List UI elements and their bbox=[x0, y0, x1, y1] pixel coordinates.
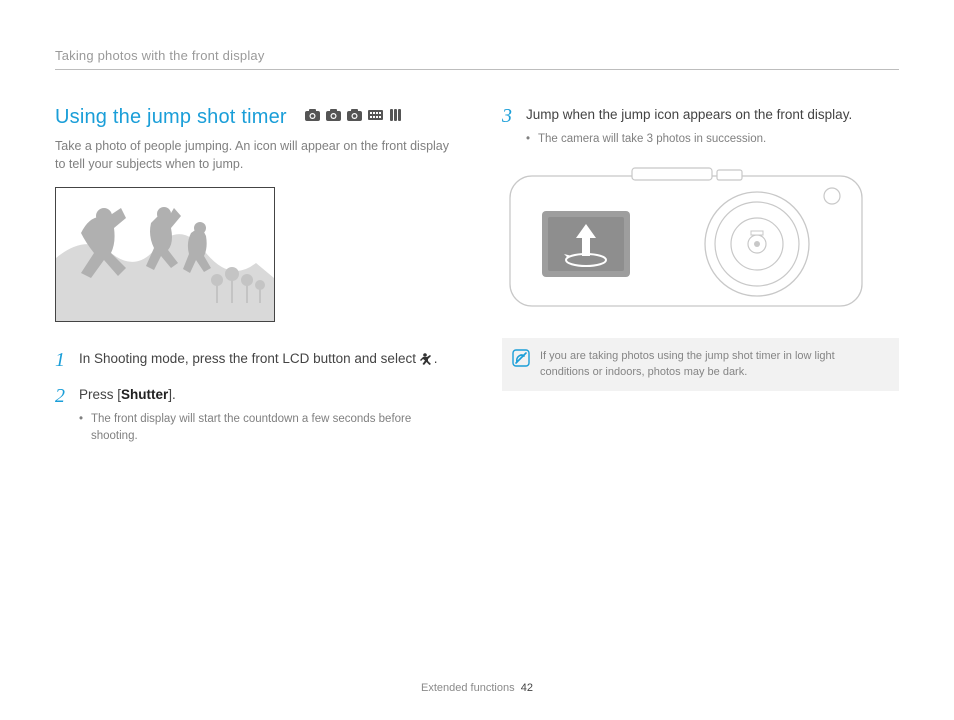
page-number: 42 bbox=[521, 682, 533, 694]
breadcrumb: Taking photos with the front display bbox=[55, 48, 899, 63]
steps-list-left: 1 In Shooting mode, press the front LCD … bbox=[55, 350, 452, 444]
camera-diagram bbox=[502, 166, 872, 316]
step-text-fragment: Press [ bbox=[79, 387, 121, 402]
step-number: 1 bbox=[55, 350, 69, 370]
content-columns: Using the jump shot timer Take a photo o… bbox=[55, 106, 899, 460]
step-number: 3 bbox=[502, 106, 516, 148]
footer-section: Extended functions bbox=[421, 682, 515, 694]
left-column: Using the jump shot timer Take a photo o… bbox=[55, 106, 452, 460]
step-2-text: Press [Shutter]. bbox=[79, 386, 452, 405]
camera-smart-icon bbox=[347, 109, 362, 121]
step-1-text: In Shooting mode, press the front LCD bu… bbox=[79, 350, 452, 369]
jump-person-icon bbox=[420, 353, 434, 365]
step-3-text: Jump when the jump icon appears on the f… bbox=[526, 106, 899, 125]
camera-p-icon bbox=[326, 109, 341, 121]
header-divider bbox=[55, 69, 899, 70]
page-footer: Extended functions 42 bbox=[0, 682, 954, 694]
step-3: 3 Jump when the jump icon appears on the… bbox=[502, 106, 899, 148]
step-number: 2 bbox=[55, 386, 69, 444]
jump-illustration bbox=[55, 187, 275, 322]
step-2-bullet: The front display will start the countdo… bbox=[79, 411, 452, 444]
step-text-fragment: ]. bbox=[168, 387, 176, 402]
shutter-label: Shutter bbox=[121, 387, 168, 402]
intro-text: Take a photo of people jumping. An icon … bbox=[55, 137, 452, 173]
dual-icon bbox=[389, 109, 402, 121]
note-text: If you are taking photos using the jump … bbox=[540, 348, 885, 381]
scene-icon bbox=[368, 109, 383, 121]
section-title: Using the jump shot timer bbox=[55, 106, 287, 129]
step-2: 2 Press [Shutter]. The front display wil… bbox=[55, 386, 452, 444]
step-3-bullet: The camera will take 3 photos in success… bbox=[526, 131, 899, 148]
note-icon bbox=[512, 349, 530, 372]
right-column: 3 Jump when the jump icon appears on the… bbox=[502, 106, 899, 460]
step-text-fragment: In Shooting mode, press the front LCD bu… bbox=[79, 351, 420, 366]
note-box: If you are taking photos using the jump … bbox=[502, 338, 899, 391]
camera-auto-icon bbox=[305, 109, 320, 121]
step-1: 1 In Shooting mode, press the front LCD … bbox=[55, 350, 452, 370]
mode-icon-row bbox=[305, 109, 402, 121]
step-text-fragment: . bbox=[434, 351, 438, 366]
